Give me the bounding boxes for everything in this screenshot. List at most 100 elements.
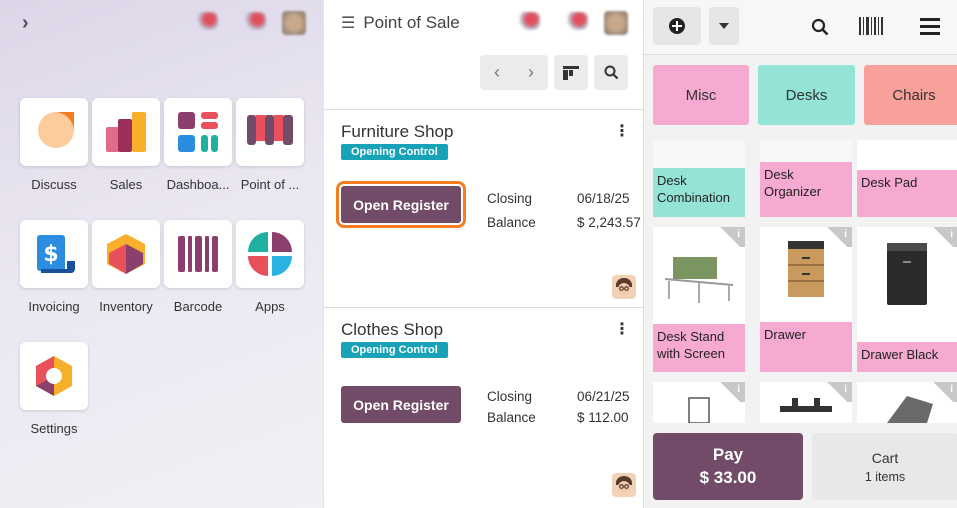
product-image [688, 397, 710, 423]
product-image [664, 257, 734, 303]
view-toolbar: ‹ › [480, 55, 628, 90]
product-image [887, 243, 927, 305]
pager: ‹ › [480, 55, 548, 90]
user-face-icon [616, 476, 632, 493]
sales-icon [106, 112, 146, 152]
discuss-icon [34, 112, 74, 152]
app-apps[interactable]: Apps [235, 220, 305, 314]
app-point-of-sale[interactable]: Point of ... [235, 98, 305, 192]
product-tile[interactable]: i [653, 382, 745, 423]
home-screen: › Discuss Sales Dashboa... Point of ... … [0, 0, 323, 508]
pos-register: Misc Desks Chairs Desk Combination Desk … [643, 0, 957, 508]
plus-circle-icon [669, 18, 685, 34]
closing-value: 06/18/25 [577, 191, 630, 206]
product-name: Desk Combination [653, 168, 745, 217]
kanban-icon [563, 65, 579, 80]
balance-label: Balance [487, 410, 536, 425]
product-image [887, 396, 933, 423]
status-badge: Opening Control [341, 144, 448, 160]
dashboards-icon [178, 112, 218, 152]
user-avatar[interactable] [612, 473, 636, 497]
balance-value: $ 2,243.57 [577, 215, 641, 230]
app-barcode[interactable]: Barcode [163, 220, 233, 314]
barcode-scan-icon[interactable] [859, 17, 883, 40]
product-desk-pad[interactable]: Desk Pad [857, 140, 957, 217]
product-name: Desk Organizer [760, 162, 852, 217]
app-sales[interactable]: Sales [91, 98, 161, 192]
shop-name: Furniture Shop [341, 122, 454, 141]
apps-icon [248, 232, 292, 276]
product-desk-organizer[interactable]: Desk Organizer [760, 140, 852, 217]
user-avatar[interactable] [612, 275, 636, 299]
point-of-sale-icon [247, 115, 293, 145]
search-button[interactable] [594, 55, 628, 90]
category-desks[interactable]: Desks [758, 65, 855, 125]
pos-dashboard: ☰ Point of Sale ‹ › Furniture Shop ⋮ Ope… [323, 0, 643, 508]
app-settings[interactable]: Settings [19, 342, 89, 436]
kebab-menu-icon[interactable]: ⋮ [614, 121, 630, 141]
product-drawer-black[interactable]: i Drawer Black [857, 227, 957, 372]
category-misc[interactable]: Misc [653, 65, 749, 125]
product-desk-combination[interactable]: Desk Combination [653, 140, 745, 217]
user-face-icon [616, 278, 632, 295]
app-dashboards[interactable]: Dashboa... [163, 98, 233, 192]
closing-value: 06/21/25 [577, 389, 630, 404]
register-bottom-bar: Pay $ 33.00 Cart 1 items [644, 423, 957, 508]
closing-label: Closing [487, 389, 533, 404]
product-image [780, 398, 832, 412]
shop-card: Furniture Shop ⋮ Opening Control Open Re… [324, 110, 644, 306]
product-desk-stand-with-screen[interactable]: i Desk Stand with Screen [653, 227, 745, 372]
chevron-right-icon[interactable]: › [22, 12, 29, 35]
pay-label: Pay [712, 445, 744, 464]
hamburger-icon[interactable]: ☰ [341, 13, 355, 33]
pos-topbar: ☰ Point of Sale [324, 0, 643, 46]
hamburger-icon[interactable] [920, 17, 940, 40]
search-icon [604, 65, 618, 80]
settings-icon [36, 356, 72, 396]
closing-label: Closing [487, 191, 533, 206]
page-title: Point of Sale [363, 13, 460, 32]
svg-text:$: $ [43, 242, 58, 267]
activity-icon[interactable] [244, 12, 266, 30]
invoicing-icon: $ [37, 235, 75, 273]
product-name: Desk Stand with Screen [653, 324, 745, 372]
caret-down-icon [719, 23, 729, 29]
barcode-icon [178, 236, 218, 272]
register-topbar [644, 0, 957, 55]
app-discuss[interactable]: Discuss [19, 98, 89, 192]
new-order-button[interactable] [653, 7, 701, 45]
chevron-left-icon[interactable]: ‹ [494, 62, 500, 83]
product-tile[interactable]: i [760, 382, 852, 423]
avatar[interactable] [604, 11, 628, 35]
cart-button[interactable]: Cart 1 items [812, 433, 957, 500]
cart-label: Cart [871, 449, 899, 466]
avatar[interactable] [282, 11, 306, 35]
chat-icon[interactable] [518, 12, 540, 30]
product-drawer[interactable]: i Drawer [760, 227, 852, 372]
search-icon[interactable] [811, 18, 829, 41]
balance-value: $ 112.00 [577, 410, 629, 425]
status-badge: Opening Control [341, 342, 448, 358]
app-inventory[interactable]: Inventory [91, 220, 161, 314]
pay-amount: $ 33.00 [699, 468, 757, 487]
open-register-button[interactable]: Open Register [341, 386, 461, 423]
inventory-icon [107, 234, 145, 274]
pay-button[interactable]: Pay $ 33.00 [653, 433, 803, 500]
product-name: Desk Pad [857, 170, 957, 217]
chevron-right-icon[interactable]: › [528, 62, 534, 83]
kebab-menu-icon[interactable]: ⋮ [614, 319, 630, 339]
product-tile[interactable]: i [857, 382, 957, 423]
shop-name: Clothes Shop [341, 320, 444, 339]
shop-card: Clothes Shop ⋮ Opening Control Open Regi… [324, 308, 644, 504]
product-name: Drawer [760, 322, 852, 372]
open-register-button[interactable]: Open Register [336, 181, 466, 228]
product-name: Drawer Black [857, 342, 957, 372]
category-chairs[interactable]: Chairs [864, 65, 957, 125]
orders-dropdown-button[interactable] [709, 7, 739, 45]
activity-icon[interactable] [566, 12, 588, 30]
product-image [788, 241, 824, 297]
kanban-view-button[interactable] [554, 55, 588, 90]
app-invoicing[interactable]: $ Invoicing [19, 220, 89, 314]
balance-label: Balance [487, 215, 536, 230]
chat-icon[interactable] [196, 12, 218, 30]
